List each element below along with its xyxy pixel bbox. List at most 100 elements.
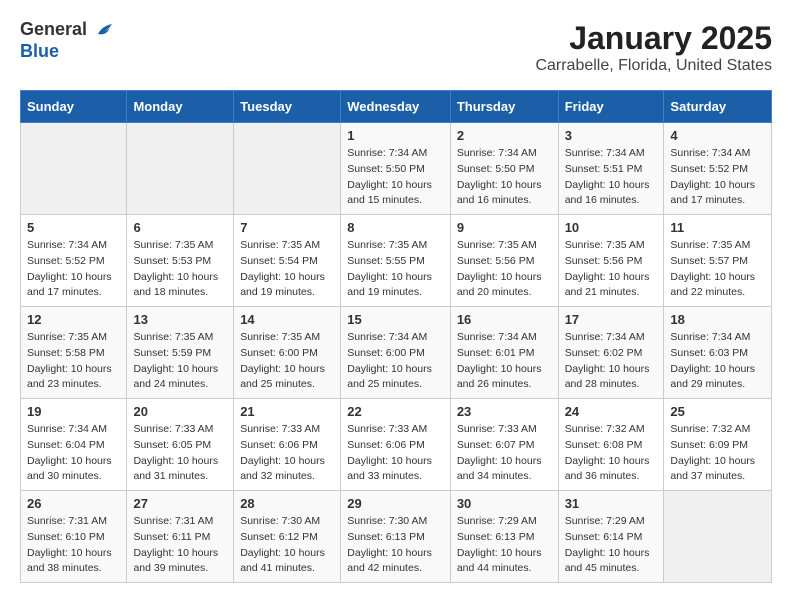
calendar-cell-4-7: 25 Sunrise: 7:32 AM Sunset: 6:09 PM Dayli… — [664, 399, 772, 491]
header-wednesday: Wednesday — [341, 91, 451, 123]
header-saturday: Saturday — [664, 91, 772, 123]
day-number: 30 — [457, 496, 552, 511]
calendar-cell-3-6: 17 Sunrise: 7:34 AM Sunset: 6:02 PM Dayli… — [558, 307, 664, 399]
calendar-cell-4-6: 24 Sunrise: 7:32 AM Sunset: 6:08 PM Dayli… — [558, 399, 664, 491]
day-number: 3 — [565, 128, 658, 143]
calendar-cell-3-2: 13 Sunrise: 7:35 AM Sunset: 5:59 PM Dayli… — [127, 307, 234, 399]
calendar-cell-5-4: 29Sunrise: 7:30 AM Sunset: 6:13 PM Dayli… — [341, 491, 451, 583]
calendar-cell-5-3: 28Sunrise: 7:30 AM Sunset: 6:12 PM Dayli… — [234, 491, 341, 583]
calendar-cell-1-4: 1 Sunrise: 7:34 AM Sunset: 5:50 PM Daylig… — [341, 123, 451, 215]
day-number: 20 — [133, 404, 227, 419]
day-info: Sunrise: 7:30 AM Sunset: 6:13 PM Dayligh… — [347, 514, 444, 577]
day-info: Sunrise: 7:35 AM Sunset: 5:55 PM Dayligh… — [347, 238, 444, 301]
day-info: Sunrise: 7:33 AM Sunset: 6:07 PM Dayligh… — [457, 422, 552, 485]
calendar-cell-1-5: 2 Sunrise: 7:34 AM Sunset: 5:50 PM Daylig… — [450, 123, 558, 215]
header-tuesday: Tuesday — [234, 91, 341, 123]
day-info: Sunrise: 7:29 AM Sunset: 6:13 PM Dayligh… — [457, 514, 552, 577]
calendar-cell-5-5: 30 Sunrise: 7:29 AM Sunset: 6:13 PM Dayli… — [450, 491, 558, 583]
day-info: Sunrise: 7:31 AM Sunset: 6:11 PM Dayligh… — [133, 514, 227, 577]
day-number: 24 — [565, 404, 658, 419]
day-info: Sunrise: 7:32 AM Sunset: 6:09 PM Dayligh… — [670, 422, 765, 485]
day-info: Sunrise: 7:34 AM Sunset: 5:50 PM Dayligh… — [457, 146, 552, 209]
day-info: Sunrise: 7:34 AM Sunset: 6:03 PM Dayligh… — [670, 330, 765, 393]
day-number: 9 — [457, 220, 552, 235]
logo-blue: Blue — [20, 42, 116, 62]
day-info: Sunrise: 7:35 AM Sunset: 5:54 PM Dayligh… — [240, 238, 334, 301]
calendar-cell-4-1: 19 Sunrise: 7:34 AM Sunset: 6:04 PM Dayli… — [21, 399, 127, 491]
day-number: 14 — [240, 312, 334, 327]
page-title: January 2025 — [535, 20, 772, 57]
calendar-cell-2-1: 5Sunrise: 7:34 AM Sunset: 5:52 PM Daylig… — [21, 215, 127, 307]
calendar-table: Sunday Monday Tuesday Wednesday Thursday… — [20, 90, 772, 583]
day-info: Sunrise: 7:32 AM Sunset: 6:08 PM Dayligh… — [565, 422, 658, 485]
day-number: 25 — [670, 404, 765, 419]
day-number: 8 — [347, 220, 444, 235]
day-info: Sunrise: 7:29 AM Sunset: 6:14 PM Dayligh… — [565, 514, 658, 577]
calendar-cell-3-7: 18 Sunrise: 7:34 AM Sunset: 6:03 PM Dayli… — [664, 307, 772, 399]
header-sunday: Sunday — [21, 91, 127, 123]
day-number: 6 — [133, 220, 227, 235]
calendar-cell-1-1 — [21, 123, 127, 215]
day-info: Sunrise: 7:34 AM Sunset: 5:52 PM Dayligh… — [670, 146, 765, 209]
day-number: 31 — [565, 496, 658, 511]
calendar-cell-2-2: 6Sunrise: 7:35 AM Sunset: 5:53 PM Daylig… — [127, 215, 234, 307]
calendar-week-1: 1 Sunrise: 7:34 AM Sunset: 5:50 PM Daylig… — [21, 123, 772, 215]
title-area: January 2025 Carrabelle, Florida, United… — [535, 20, 772, 75]
calendar-week-5: 26 Sunrise: 7:31 AM Sunset: 6:10 PM Dayli… — [21, 491, 772, 583]
calendar-cell-3-3: 14 Sunrise: 7:35 AM Sunset: 6:00 PM Dayli… — [234, 307, 341, 399]
day-info: Sunrise: 7:34 AM Sunset: 5:50 PM Dayligh… — [347, 146, 444, 209]
day-info: Sunrise: 7:35 AM Sunset: 5:59 PM Dayligh… — [133, 330, 227, 393]
calendar-cell-2-7: 11Sunrise: 7:35 AM Sunset: 5:57 PM Dayli… — [664, 215, 772, 307]
day-info: Sunrise: 7:34 AM Sunset: 5:52 PM Dayligh… — [27, 238, 120, 301]
day-info: Sunrise: 7:33 AM Sunset: 6:05 PM Dayligh… — [133, 422, 227, 485]
calendar-cell-4-4: 22Sunrise: 7:33 AM Sunset: 6:06 PM Dayli… — [341, 399, 451, 491]
day-info: Sunrise: 7:35 AM Sunset: 5:58 PM Dayligh… — [27, 330, 120, 393]
day-info: Sunrise: 7:35 AM Sunset: 5:56 PM Dayligh… — [457, 238, 552, 301]
calendar-cell-2-5: 9 Sunrise: 7:35 AM Sunset: 5:56 PM Daylig… — [450, 215, 558, 307]
day-number: 23 — [457, 404, 552, 419]
calendar-cell-2-3: 7Sunrise: 7:35 AM Sunset: 5:54 PM Daylig… — [234, 215, 341, 307]
calendar-cell-5-1: 26 Sunrise: 7:31 AM Sunset: 6:10 PM Dayli… — [21, 491, 127, 583]
day-number: 17 — [565, 312, 658, 327]
logo-general: General — [20, 20, 116, 42]
page-subtitle: Carrabelle, Florida, United States — [535, 57, 772, 75]
calendar-cell-4-2: 20 Sunrise: 7:33 AM Sunset: 6:05 PM Dayli… — [127, 399, 234, 491]
day-number: 2 — [457, 128, 552, 143]
calendar-cell-3-1: 12 Sunrise: 7:35 AM Sunset: 5:58 PM Dayli… — [21, 307, 127, 399]
day-info: Sunrise: 7:35 AM Sunset: 6:00 PM Dayligh… — [240, 330, 334, 393]
day-number: 15 — [347, 312, 444, 327]
calendar-week-2: 5Sunrise: 7:34 AM Sunset: 5:52 PM Daylig… — [21, 215, 772, 307]
day-info: Sunrise: 7:33 AM Sunset: 6:06 PM Dayligh… — [240, 422, 334, 485]
calendar-cell-2-6: 10Sunrise: 7:35 AM Sunset: 5:56 PM Dayli… — [558, 215, 664, 307]
day-info: Sunrise: 7:34 AM Sunset: 6:04 PM Dayligh… — [27, 422, 120, 485]
calendar-cell-3-4: 15Sunrise: 7:34 AM Sunset: 6:00 PM Dayli… — [341, 307, 451, 399]
calendar-cell-1-7: 4 Sunrise: 7:34 AM Sunset: 5:52 PM Daylig… — [664, 123, 772, 215]
calendar-cell-1-6: 3Sunrise: 7:34 AM Sunset: 5:51 PM Daylig… — [558, 123, 664, 215]
calendar-cell-5-7 — [664, 491, 772, 583]
day-number: 21 — [240, 404, 334, 419]
calendar-week-4: 19 Sunrise: 7:34 AM Sunset: 6:04 PM Dayli… — [21, 399, 772, 491]
header-monday: Monday — [127, 91, 234, 123]
day-number: 19 — [27, 404, 120, 419]
calendar-cell-4-5: 23 Sunrise: 7:33 AM Sunset: 6:07 PM Dayli… — [450, 399, 558, 491]
day-info: Sunrise: 7:34 AM Sunset: 6:01 PM Dayligh… — [457, 330, 552, 393]
day-info: Sunrise: 7:31 AM Sunset: 6:10 PM Dayligh… — [27, 514, 120, 577]
calendar-cell-1-2 — [127, 123, 234, 215]
day-number: 26 — [27, 496, 120, 511]
logo: General Blue — [20, 20, 116, 62]
calendar-week-3: 12 Sunrise: 7:35 AM Sunset: 5:58 PM Dayli… — [21, 307, 772, 399]
day-info: Sunrise: 7:33 AM Sunset: 6:06 PM Dayligh… — [347, 422, 444, 485]
day-info: Sunrise: 7:35 AM Sunset: 5:56 PM Dayligh… — [565, 238, 658, 301]
calendar-cell-4-3: 21 Sunrise: 7:33 AM Sunset: 6:06 PM Dayli… — [234, 399, 341, 491]
calendar-header-row: Sunday Monday Tuesday Wednesday Thursday… — [21, 91, 772, 123]
day-number: 13 — [133, 312, 227, 327]
day-number: 1 — [347, 128, 444, 143]
calendar-cell-1-3 — [234, 123, 341, 215]
day-number: 11 — [670, 220, 765, 235]
day-number: 12 — [27, 312, 120, 327]
day-number: 4 — [670, 128, 765, 143]
day-number: 18 — [670, 312, 765, 327]
day-info: Sunrise: 7:30 AM Sunset: 6:12 PM Dayligh… — [240, 514, 334, 577]
header-thursday: Thursday — [450, 91, 558, 123]
day-info: Sunrise: 7:34 AM Sunset: 6:02 PM Dayligh… — [565, 330, 658, 393]
